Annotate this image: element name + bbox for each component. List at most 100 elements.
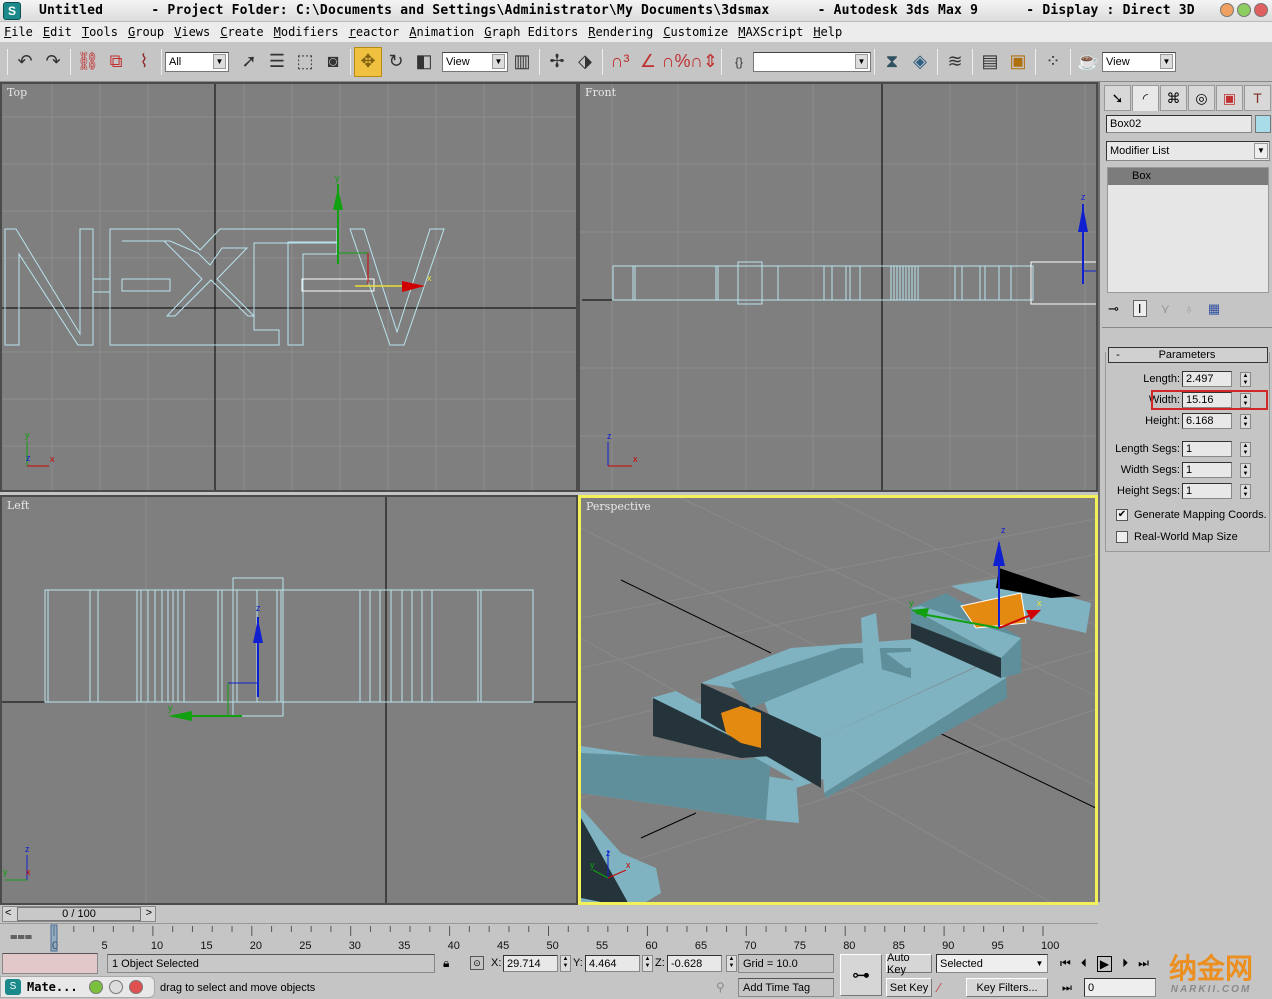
menu-edit[interactable]: Edit xyxy=(43,25,72,39)
select-move-icon[interactable]: ✥ xyxy=(354,46,382,77)
next-frame-icon[interactable]: > xyxy=(146,907,152,919)
z-spinner[interactable]: ▲ ▼ xyxy=(726,955,737,972)
modify-tab-icon[interactable]: ◜ xyxy=(1132,85,1159,111)
menu-create[interactable]: Create xyxy=(220,25,263,39)
unlink-icon[interactable]: ⧉ xyxy=(102,47,130,77)
menu-rendering[interactable]: Rendering xyxy=(588,25,653,39)
viewport-left[interactable]: z y z y x Left xyxy=(0,495,578,905)
x-spinner[interactable]: ▲ ▼ xyxy=(560,955,571,972)
set-key-button[interactable]: Set Key xyxy=(886,978,932,997)
utilities-tab-icon[interactable]: T xyxy=(1244,85,1271,111)
add-time-tag-button[interactable]: Add Time Tag xyxy=(738,978,834,997)
show-end-result-icon[interactable]: I xyxy=(1132,300,1147,317)
key-filters-button[interactable]: Key Filters... xyxy=(966,978,1048,997)
taskbar-maxscript-window[interactable]: S Mate... xyxy=(0,976,155,998)
height-input[interactable]: 6.168 xyxy=(1182,413,1232,429)
current-frame-input[interactable]: 0 xyxy=(1084,978,1156,997)
named-selection-dropdown[interactable]: ▼ xyxy=(753,51,871,72)
length-segs-spinner[interactable]: ▲ ▼ xyxy=(1240,441,1251,457)
maximize-button[interactable] xyxy=(1237,3,1251,17)
viewport-label[interactable]: Perspective xyxy=(586,500,651,513)
move-gizmo[interactable]: z xyxy=(1078,192,1098,284)
display-tab-icon[interactable]: ▣ xyxy=(1216,85,1243,111)
height-segs-input[interactable]: 1 xyxy=(1182,483,1232,499)
angle-snap-icon[interactable]: ∠ xyxy=(634,47,662,77)
render-scene-icon[interactable]: ☕ xyxy=(1074,47,1102,77)
motion-tab-icon[interactable]: ◎ xyxy=(1188,85,1215,111)
snap-3d-icon[interactable]: ∩³ xyxy=(606,47,634,77)
viewport-label[interactable]: Top xyxy=(7,86,27,99)
render-view-dropdown[interactable]: View ▼ xyxy=(1102,51,1176,72)
reference-coordinate-dropdown[interactable]: View ▼ xyxy=(442,51,508,72)
generate-mapping-coords-checkbox[interactable]: ✔ Generate Mapping Coords. xyxy=(1116,509,1267,521)
parameters-rollout-header[interactable]: - Parameters xyxy=(1108,347,1268,363)
menu-graph-editors[interactable]: Graph Editors xyxy=(484,25,578,39)
current-frame-marker[interactable] xyxy=(50,924,58,952)
go-to-end-icon[interactable]: ⏭ xyxy=(1138,956,1149,972)
checkbox-unchecked-icon[interactable] xyxy=(1116,531,1128,543)
length-segs-input[interactable]: 1 xyxy=(1182,441,1232,457)
edit-named-selection-icon[interactable]: {} xyxy=(725,47,753,77)
configure-modifier-sets-icon[interactable]: ▦ xyxy=(1208,301,1220,317)
3dsmax-logo-icon[interactable]: S xyxy=(3,1,21,20)
menu-help[interactable]: Help xyxy=(813,25,842,39)
length-spinner[interactable]: ▲ ▼ xyxy=(1240,371,1251,387)
redo-icon[interactable]: ↷ xyxy=(39,47,67,77)
align-icon[interactable]: ◈ xyxy=(906,47,934,77)
bind-space-warp-icon[interactable]: ⌇ xyxy=(130,47,158,77)
menu-customize[interactable]: Customize xyxy=(663,25,728,39)
layer-manager-icon[interactable]: ≋ xyxy=(941,47,969,77)
checkbox-checked-icon[interactable]: ✔ xyxy=(1116,509,1128,521)
time-slider-thumb[interactable]: 0 / 100 xyxy=(17,907,141,921)
lock-selection-icon[interactable]: 🔒︎ xyxy=(443,956,449,971)
select-by-name-icon[interactable]: ☰ xyxy=(263,47,291,77)
object-color-swatch[interactable] xyxy=(1255,115,1271,133)
keyboard-shortcut-icon[interactable]: ⬗ xyxy=(571,47,599,77)
menu-group[interactable]: Group xyxy=(128,25,164,39)
mirror-icon[interactable]: ⧗ xyxy=(878,47,906,77)
y-coordinate-input[interactable]: 4.464 xyxy=(585,955,640,972)
x-coordinate-input[interactable]: 29.714 xyxy=(503,955,558,972)
rect-region-icon[interactable]: ⬚ xyxy=(291,47,319,77)
pivot-icon[interactable]: ▥ xyxy=(508,47,536,77)
height-spinner[interactable]: ▲ ▼ xyxy=(1240,413,1251,429)
time-slider[interactable]: < 0 / 100 > xyxy=(2,906,156,922)
real-world-map-size-checkbox[interactable]: Real-World Map Size xyxy=(1116,531,1238,543)
close-button[interactable] xyxy=(1254,3,1268,17)
viewport-label[interactable]: Front xyxy=(585,86,616,99)
maxscript-mini-listener[interactable] xyxy=(2,953,98,974)
schematic-view-icon[interactable]: ▣ xyxy=(1004,47,1032,77)
z-coordinate-input[interactable]: -0.628 xyxy=(667,955,722,972)
viewport-front[interactable]: z z x Front xyxy=(578,82,1098,492)
play-icon[interactable]: ▶ xyxy=(1096,956,1113,972)
create-tab-icon[interactable]: ➘ xyxy=(1104,85,1131,111)
menu-maxscript[interactable]: MAXScript xyxy=(738,25,803,39)
manipulate-icon[interactable]: ✢ xyxy=(543,47,571,77)
hierarchy-tab-icon[interactable]: ⌘ xyxy=(1160,85,1187,111)
auto-key-button[interactable]: Auto Key xyxy=(886,952,932,976)
y-spinner[interactable]: ▲ ▼ xyxy=(642,955,653,972)
absolute-mode-transform-icon[interactable]: ⊙ xyxy=(470,956,484,970)
modifier-list-dropdown[interactable]: Modifier List ▼ xyxy=(1106,141,1270,161)
stack-item-box[interactable]: Box xyxy=(1108,168,1268,185)
set-key-mode-key-icon[interactable]: ⊶ xyxy=(840,954,882,996)
select-link-icon[interactable]: ⛓ xyxy=(74,47,102,77)
next-frame-icon[interactable]: ⏵ xyxy=(1122,956,1128,972)
viewport-top[interactable]: y x y z x Top xyxy=(0,82,578,492)
previous-frame-icon[interactable]: ⏴ xyxy=(1081,956,1087,972)
menu-reactor[interactable]: reactor xyxy=(349,25,400,39)
percent-snap-icon[interactable]: ∩% xyxy=(662,47,691,77)
move-gizmo[interactable]: y x xyxy=(333,173,432,292)
width-segs-input[interactable]: 1 xyxy=(1182,462,1232,478)
go-to-start-icon[interactable]: ⏮ xyxy=(1060,956,1071,972)
menu-tools[interactable]: Tools xyxy=(82,25,118,39)
select-object-icon[interactable]: ➚ xyxy=(235,47,263,77)
select-scale-icon[interactable]: ◧ xyxy=(410,47,438,77)
spinner-snap-icon[interactable]: ∩⇕ xyxy=(690,47,718,77)
minimize-button[interactable] xyxy=(1220,3,1234,17)
selection-filter-dropdown[interactable]: All ▼ xyxy=(165,51,229,72)
height-segs-spinner[interactable]: ▲ ▼ xyxy=(1240,483,1251,499)
object-name-input[interactable]: Box02 xyxy=(1106,115,1252,133)
undo-icon[interactable]: ↶ xyxy=(11,47,39,77)
prev-frame-icon[interactable]: < xyxy=(5,907,11,919)
